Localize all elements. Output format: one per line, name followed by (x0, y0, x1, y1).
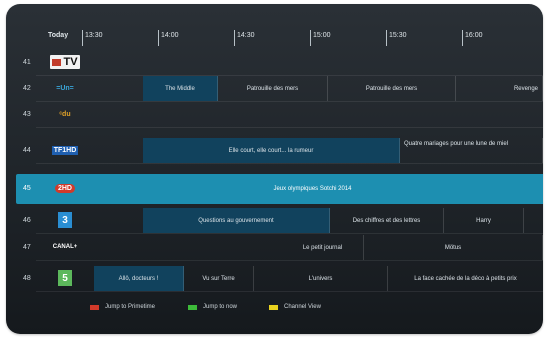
epg-grid: Today 13:30 14:00 14:30 15:00 15:30 16:0… (16, 18, 543, 318)
un-channel-logo: =Un= (56, 84, 74, 92)
time-label: 15:00 (313, 32, 331, 39)
channel-row-48[interactable]: 48 5 Allô, docteurs ! Vu sur Terre L'uni… (16, 266, 543, 291)
channel-number: 48 (23, 275, 31, 282)
legend-jump-to-now[interactable]: Jump to now (188, 304, 237, 310)
france2-channel-logo: 2HD (50, 181, 80, 195)
green-key-icon (188, 304, 197, 310)
time-tick (234, 30, 235, 46)
program-le-petit-journal[interactable]: Le petit journal (282, 235, 364, 260)
time-tick (462, 30, 463, 46)
tf1-channel-logo: TF1HD (51, 145, 79, 155)
program-patrouille-des-mers[interactable]: Patrouille des mers (218, 76, 328, 101)
time-label: 14:30 (237, 32, 255, 39)
program-questions-au-gouvernement[interactable]: Questions au gouvernement (143, 208, 330, 233)
canal-plus-channel-logo: CANAL+ (52, 244, 78, 250)
time-label: 14:00 (161, 32, 179, 39)
channel-row-41[interactable]: 41 TV (16, 50, 543, 75)
program-harry[interactable]: Harry (444, 208, 524, 233)
time-tick (82, 30, 83, 46)
time-label: 13:30 (85, 32, 103, 39)
program-jeux-olympiques[interactable]: Jeux olympiques Sotchi 2014 (82, 176, 543, 201)
legend-jump-to-primetime[interactable]: Jump to Primetime (90, 304, 155, 310)
channel-row-45-selected[interactable]: 45 2HD Jeux olympiques Sotchi 2014 (16, 176, 543, 201)
program-l-univers[interactable]: L'univers (254, 266, 388, 291)
channel-row-46[interactable]: 46 3 Questions au gouvernement Des chiff… (16, 208, 543, 233)
channel-number: 46 (23, 217, 31, 224)
program-motus[interactable]: Mötus (364, 235, 543, 260)
program-vu-sur-terre[interactable]: Vu sur Terre (184, 266, 254, 291)
row-divider (36, 127, 543, 128)
channel-number: 47 (23, 244, 31, 251)
france5-channel-logo: 5 (58, 270, 72, 286)
time-tick (386, 30, 387, 46)
channel-number: 44 (23, 147, 31, 154)
today-label: Today (48, 32, 69, 39)
row-divider (36, 163, 543, 164)
channel-number: 42 (23, 85, 31, 92)
program-allo-docteurs[interactable]: Allô, docteurs ! (94, 266, 184, 291)
tv-frame: Today 13:30 14:00 14:30 15:00 15:30 16:0… (6, 4, 543, 334)
program-elle-court[interactable]: Elle court, elle court... la rumeur (143, 138, 400, 163)
dux-channel-logo: ᶜdu (59, 110, 71, 118)
channel-row-44[interactable]: 44 TF1HD Elle court, elle court... la ru… (16, 138, 543, 163)
program-patrouille-des-mers-2[interactable]: Patrouille des mers (328, 76, 456, 101)
yellow-key-icon (269, 304, 278, 310)
channel-number: 43 (23, 111, 31, 118)
program-the-middle[interactable]: The Middle (143, 76, 218, 101)
legend-channel-view[interactable]: Channel View (269, 304, 321, 310)
program-des-chiffres-et-des-lettres[interactable]: Des chiffres et des lettres (330, 208, 444, 233)
channel-row-43[interactable]: 43 ᶜdu (16, 102, 543, 127)
time-label: 15:30 (389, 32, 407, 39)
red-key-icon (90, 304, 99, 310)
program-quatre-mariages[interactable]: Quatre mariages pour une lune de miel (400, 138, 543, 163)
channel-number: 41 (23, 59, 31, 66)
time-label: 16:00 (465, 32, 483, 39)
channel-row-47[interactable]: 47 CANAL+ Le petit journal Mötus (16, 235, 543, 260)
row-divider (36, 233, 543, 234)
row-divider (36, 291, 543, 292)
time-tick (158, 30, 159, 46)
channel-row-42[interactable]: 42 =Un= The Middle Patrouille des mers P… (16, 76, 543, 101)
tv-channel-logo: TV (50, 55, 80, 69)
france3-channel-logo: 3 (58, 212, 72, 228)
program-la-face-cachee[interactable]: La face cachée de la déco à petits prix (388, 266, 543, 291)
program-revenge[interactable]: Revenge (456, 76, 543, 101)
channel-number: 45 (23, 185, 31, 192)
row-divider (36, 260, 543, 261)
time-tick (310, 30, 311, 46)
